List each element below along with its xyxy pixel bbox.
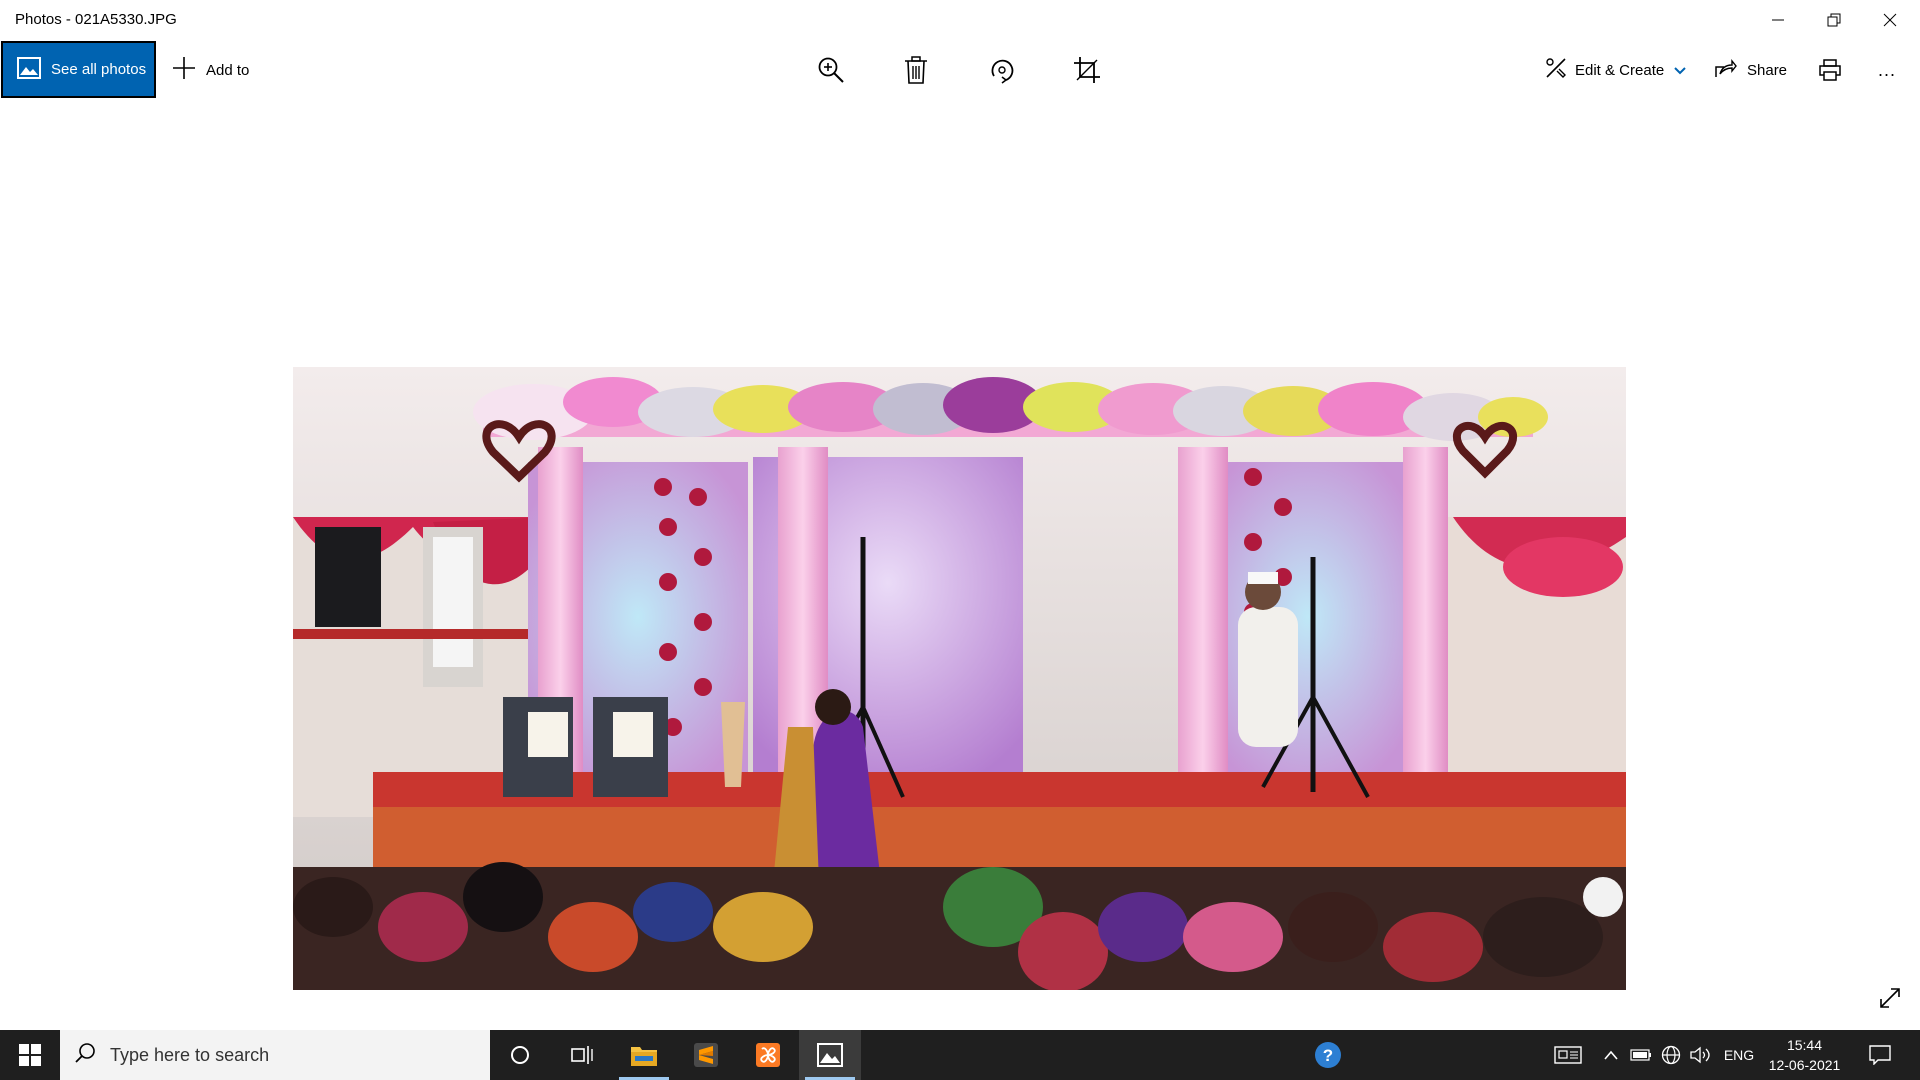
edit-create-icon [1545, 57, 1567, 83]
sublime-text-icon [694, 1043, 718, 1067]
task-view-button[interactable] [551, 1030, 613, 1080]
more-options-button[interactable]: ... [1878, 40, 1896, 100]
input-language-button[interactable]: ENG [1718, 1030, 1760, 1080]
notifications-button[interactable] [1860, 1030, 1900, 1080]
xampp-icon [756, 1043, 780, 1067]
svg-text:?: ? [1323, 1046, 1333, 1065]
help-icon: ? [1315, 1042, 1341, 1068]
rotate-icon [991, 59, 1014, 84]
share-button[interactable]: Share [1715, 40, 1787, 100]
photos-app-icon [817, 1043, 843, 1067]
close-icon [1883, 13, 1897, 27]
toolbar: See all photos Add to Edit & Create Shar… [0, 40, 1920, 100]
search-placeholder: Type here to search [110, 1044, 270, 1065]
search-icon [74, 1042, 96, 1069]
folder-icon [631, 1047, 657, 1066]
fullscreen-button[interactable] [1874, 982, 1906, 1014]
minimize-icon [1772, 19, 1784, 21]
share-icon [1715, 58, 1737, 82]
speaker-icon [1690, 1046, 1710, 1064]
delete-button[interactable] [886, 40, 946, 100]
show-hidden-icons-button[interactable] [1600, 1030, 1622, 1080]
language-label: ENG [1723, 1047, 1755, 1063]
task-view-icon [571, 1046, 593, 1064]
taskbar-photos[interactable] [799, 1030, 861, 1080]
chevron-down-icon [1674, 62, 1686, 79]
news-tray-button[interactable] [1550, 1030, 1586, 1080]
edit-create-button[interactable]: Edit & Create [1545, 40, 1686, 100]
globe-icon [1661, 1045, 1681, 1065]
add-to-button[interactable]: Add to [172, 40, 249, 100]
network-button[interactable] [1658, 1030, 1684, 1080]
volume-button[interactable] [1688, 1030, 1714, 1080]
title-bar: Photos - 021A5330.JPG [0, 0, 1920, 40]
clock-date: 12-06-2021 [1768, 1057, 1841, 1073]
start-button[interactable] [0, 1030, 60, 1080]
crop-button[interactable] [1057, 40, 1117, 100]
taskbar-xampp[interactable] [737, 1030, 799, 1080]
minimize-button[interactable] [1750, 0, 1806, 40]
taskbar: Type here to search ? ENG 15:44 12-06-20… [0, 1030, 1920, 1080]
clock-time: 15:44 [1786, 1037, 1823, 1053]
notification-icon [1869, 1045, 1891, 1065]
see-all-photos-button[interactable]: See all photos [1, 41, 156, 98]
windows-icon [19, 1044, 41, 1066]
cortana-button[interactable] [489, 1030, 551, 1080]
battery-icon [1630, 1049, 1651, 1061]
taskbar-search-box[interactable]: Type here to search [60, 1030, 490, 1080]
print-button[interactable] [1800, 40, 1860, 100]
taskbar-sublime-text[interactable] [675, 1030, 737, 1080]
trash-icon [905, 56, 927, 84]
edit-create-label: Edit & Create [1575, 61, 1665, 79]
share-label: Share [1747, 61, 1788, 79]
taskbar-file-explorer[interactable] [613, 1030, 675, 1080]
close-button[interactable] [1862, 0, 1918, 40]
add-to-label: Add to [206, 61, 250, 79]
photo-image [293, 367, 1626, 990]
cortana-circle-icon [511, 1046, 529, 1064]
chevron-up-icon [1604, 1050, 1618, 1060]
window-title: Photos - 021A5330.JPG [15, 11, 177, 28]
crop-icon [1074, 57, 1100, 83]
clock[interactable]: 15:44 12-06-2021 [1762, 1030, 1847, 1080]
zoom-button[interactable] [801, 40, 861, 100]
photos-icon [17, 56, 41, 83]
print-icon [1819, 59, 1841, 81]
battery-button[interactable] [1628, 1030, 1654, 1080]
rotate-button[interactable] [972, 40, 1032, 100]
help-tray-button[interactable]: ? [1310, 1030, 1346, 1080]
zoom-in-icon [818, 57, 844, 83]
restore-button[interactable] [1806, 0, 1862, 40]
plus-icon [172, 56, 196, 84]
see-all-photos-label: See all photos [51, 61, 147, 78]
expand-icon [1880, 988, 1900, 1008]
restore-icon [1827, 13, 1841, 27]
news-icon [1554, 1046, 1582, 1064]
more-icon: ... [1878, 59, 1897, 80]
